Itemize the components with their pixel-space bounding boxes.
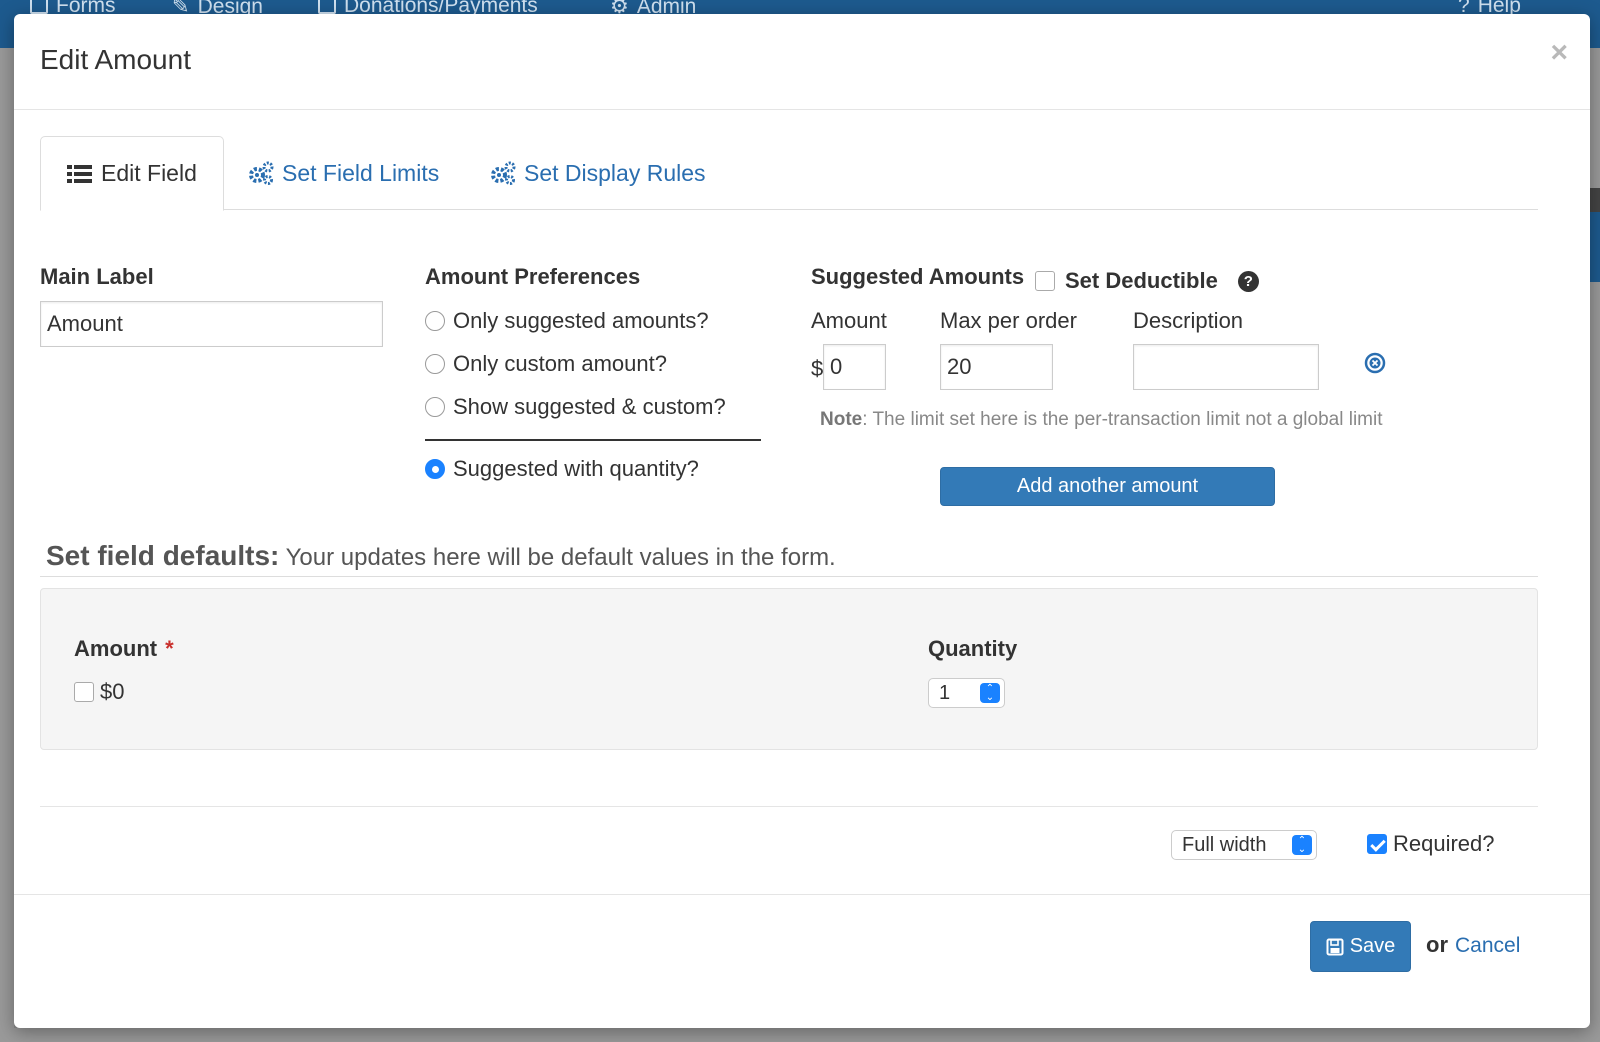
default-amount-option[interactable]: $0 bbox=[74, 679, 124, 705]
set-deductible-label: Set Deductible bbox=[1065, 268, 1218, 293]
width-select[interactable]: Full width ⌃ ⌄ bbox=[1171, 830, 1317, 860]
column-max-per-order: Max per order bbox=[940, 308, 1077, 333]
amount-preferences-heading: Amount Preferences bbox=[425, 264, 641, 289]
select-arrows-icon: ⌃ ⌄ bbox=[980, 683, 1000, 703]
edit-amount-modal: Edit Amount × Edit Field Set Field Limit… bbox=[14, 14, 1590, 1028]
radio-suggested-quantity[interactable] bbox=[425, 459, 445, 479]
default-quantity-label: Quantity bbox=[928, 636, 1018, 661]
close-icon[interactable]: × bbox=[1550, 38, 1568, 68]
suggested-amounts-heading: Suggested Amounts bbox=[811, 264, 1025, 289]
modal-title: Edit Amount bbox=[40, 44, 191, 75]
cancel-link[interactable]: Cancel bbox=[1455, 934, 1520, 958]
gears-icon bbox=[491, 161, 516, 185]
max-per-order-input[interactable] bbox=[940, 344, 1053, 390]
pref-only-custom[interactable]: Only custom amount? bbox=[425, 351, 667, 377]
save-button[interactable]: Save bbox=[1310, 921, 1411, 972]
currency-symbol: $ bbox=[811, 356, 824, 381]
tab-edit-field[interactable]: Edit Field bbox=[40, 136, 224, 211]
list-icon bbox=[67, 164, 92, 183]
save-icon bbox=[1326, 938, 1344, 955]
preferences-divider bbox=[425, 439, 761, 441]
default-amount-label: Amount * bbox=[74, 636, 174, 661]
radio-suggested-custom[interactable] bbox=[425, 397, 445, 417]
options-divider bbox=[40, 806, 1538, 807]
quantity-select[interactable]: 1 ⌃ ⌄ bbox=[928, 678, 1005, 708]
forms-icon bbox=[30, 0, 48, 14]
tab-set-display-rules-label: Set Display Rules bbox=[524, 159, 706, 186]
defaults-preview: Amount * $0 Quantity 1 ⌃ ⌄ bbox=[40, 588, 1538, 750]
defaults-heading: Set field defaults: Your updates here wi… bbox=[46, 540, 836, 572]
note-text: : The limit set here is the per-transact… bbox=[862, 409, 1383, 430]
gears-icon bbox=[249, 161, 274, 185]
defaults-heading-bold: Set field defaults: bbox=[46, 540, 280, 571]
tab-edit-field-label: Edit Field bbox=[101, 160, 197, 186]
main-label-heading: Main Label bbox=[40, 264, 154, 289]
required-checkbox[interactable] bbox=[1367, 834, 1387, 854]
defaults-heading-text: Your updates here will be default values… bbox=[279, 544, 836, 571]
money-icon bbox=[318, 0, 336, 14]
pref-only-suggested[interactable]: Only suggested amounts? bbox=[425, 308, 709, 334]
background-left bbox=[0, 48, 14, 1042]
main-label-input[interactable] bbox=[40, 301, 383, 347]
default-amount-checkbox[interactable] bbox=[74, 682, 94, 702]
defaults-divider bbox=[40, 576, 1538, 577]
note-label: Note bbox=[820, 409, 863, 430]
tab-set-field-limits[interactable]: Set Field Limits bbox=[222, 136, 465, 210]
column-amount: Amount bbox=[811, 308, 887, 333]
limit-note: Note: The limit set here is the per-tran… bbox=[820, 409, 1383, 431]
set-deductible[interactable]: Set Deductible ? bbox=[1035, 268, 1259, 294]
pref-suggested-quantity[interactable]: Suggested with quantity? bbox=[425, 456, 699, 482]
footer-divider bbox=[14, 894, 1590, 895]
remove-amount-icon[interactable] bbox=[1364, 352, 1386, 374]
radio-only-custom[interactable] bbox=[425, 354, 445, 374]
background-bottom bbox=[0, 1028, 1600, 1042]
or-text: or bbox=[1426, 932, 1448, 957]
required-label: Required? bbox=[1393, 831, 1495, 856]
question-circle-icon[interactable]: ? bbox=[1237, 270, 1259, 292]
column-description: Description bbox=[1133, 308, 1244, 333]
set-deductible-checkbox[interactable] bbox=[1035, 271, 1055, 291]
required-star: * bbox=[165, 636, 174, 661]
description-input[interactable] bbox=[1133, 344, 1319, 390]
tab-bar: Edit Field Set Field Limits Set Display … bbox=[40, 136, 1538, 211]
tab-set-display-rules[interactable]: Set Display Rules bbox=[464, 136, 732, 210]
select-arrows-icon: ⌃ ⌄ bbox=[1292, 835, 1312, 855]
modal-header: Edit Amount × bbox=[14, 14, 1590, 110]
tab-set-field-limits-label: Set Field Limits bbox=[282, 159, 440, 186]
radio-only-suggested[interactable] bbox=[425, 311, 445, 331]
suggested-amount-input[interactable] bbox=[823, 344, 886, 390]
pref-suggested-custom[interactable]: Show suggested & custom? bbox=[425, 394, 726, 420]
required-toggle[interactable]: Required? bbox=[1367, 831, 1495, 857]
add-another-amount-button[interactable]: Add another amount bbox=[940, 467, 1275, 506]
